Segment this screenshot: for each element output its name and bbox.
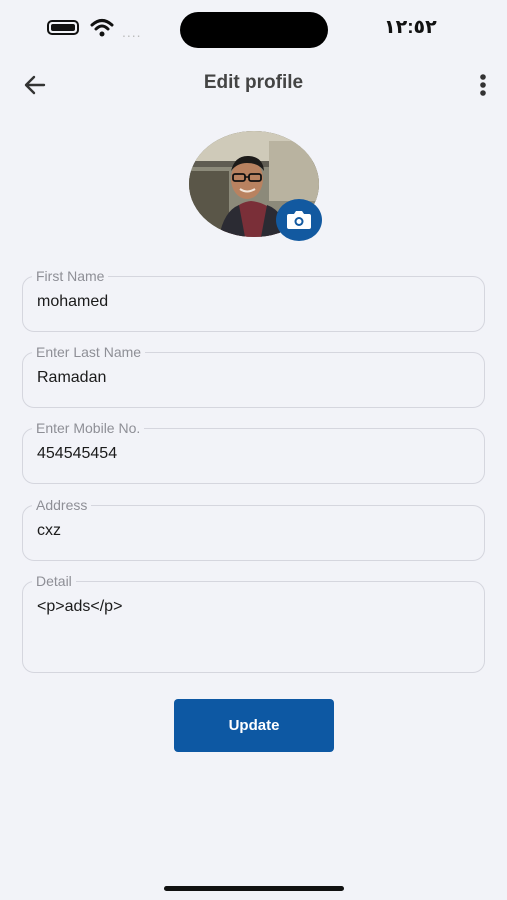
last-name-field[interactable]: Enter Last Name Ramadan bbox=[22, 343, 485, 408]
detail-value: <p>ads</p> bbox=[37, 598, 123, 615]
mobile-value: 454545454 bbox=[37, 445, 118, 462]
detail-field[interactable]: Detail <p>ads</p> bbox=[22, 572, 485, 673]
dynamic-island bbox=[180, 12, 328, 48]
first-name-label: First Name bbox=[32, 267, 109, 285]
signal-dots: .... bbox=[122, 24, 142, 40]
more-vertical-icon[interactable] bbox=[472, 72, 494, 98]
battery-icon bbox=[47, 20, 79, 35]
last-name-label: Enter Last Name bbox=[32, 343, 146, 361]
camera-icon bbox=[287, 211, 311, 229]
address-label: Address bbox=[32, 496, 92, 514]
app-header: Edit profile bbox=[0, 62, 507, 108]
detail-label: Detail bbox=[32, 572, 76, 590]
home-indicator bbox=[164, 886, 344, 891]
first-name-value: mohamed bbox=[37, 293, 109, 310]
address-field[interactable]: Address cxz bbox=[22, 496, 485, 561]
mobile-label: Enter Mobile No. bbox=[32, 419, 145, 437]
update-button[interactable]: Update bbox=[174, 699, 334, 752]
address-value: cxz bbox=[37, 522, 61, 539]
last-name-value: Ramadan bbox=[37, 369, 107, 386]
page-title: Edit profile bbox=[203, 72, 304, 93]
status-time: ١٢:٥٢ bbox=[384, 17, 437, 38]
mobile-field[interactable]: Enter Mobile No. 454545454 bbox=[22, 419, 485, 484]
status-bar: .... ١٢:٥٢ bbox=[0, 0, 507, 60]
wifi-icon bbox=[90, 19, 114, 37]
first-name-field[interactable]: First Name mohamed bbox=[22, 267, 485, 332]
change-photo-button[interactable] bbox=[276, 199, 322, 241]
